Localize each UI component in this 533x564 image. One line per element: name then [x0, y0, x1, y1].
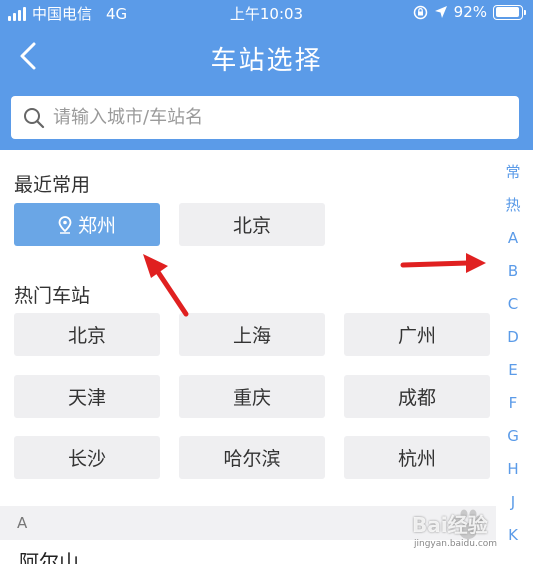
watermark-text: Bai经验	[412, 513, 488, 537]
page-title: 车站选择	[210, 46, 323, 76]
button-label: 天津	[67, 387, 106, 409]
button-label: 北京	[232, 215, 271, 237]
nav-bar: 车站选择	[0, 26, 533, 86]
index-letter[interactable]: 热	[493, 191, 533, 224]
button-label: 上海	[232, 325, 271, 347]
hot-station-button[interactable]: 杭州	[344, 436, 490, 479]
button-label: 杭州	[397, 448, 436, 470]
button-label: 哈尔滨	[223, 448, 281, 470]
index-letter[interactable]: E	[493, 356, 533, 389]
index-letter[interactable]: F	[493, 389, 533, 422]
location-arrow-icon	[434, 6, 447, 18]
button-label: 北京	[67, 325, 106, 347]
watermark: Bai经验 jingyan.baidu.com	[410, 505, 533, 551]
hot-section-title: 热门车站	[14, 285, 91, 307]
index-letter[interactable]: C	[493, 290, 533, 323]
index-letter[interactable]: D	[493, 323, 533, 356]
recent-station-beijing[interactable]: 北京	[179, 203, 325, 246]
hot-station-button[interactable]: 哈尔滨	[179, 436, 325, 479]
hot-station-button[interactable]: 长沙	[14, 436, 160, 479]
index-letter[interactable]: G	[493, 422, 533, 455]
hot-station-button[interactable]: 北京	[14, 313, 160, 356]
hot-station-button[interactable]: 重庆	[179, 375, 325, 418]
list-item[interactable]: 阿尔山	[19, 546, 79, 564]
index-letter[interactable]: B	[493, 257, 533, 290]
hot-station-button[interactable]: 广州	[344, 313, 490, 356]
button-label: 长沙	[67, 448, 106, 470]
hot-station-button[interactable]: 上海	[179, 313, 325, 356]
search-box[interactable]	[11, 96, 519, 139]
button-label: 广州	[397, 325, 436, 347]
watermark-url: jingyan.baidu.com	[414, 539, 498, 549]
orientation-lock-icon	[413, 5, 427, 19]
battery-icon	[493, 4, 526, 20]
button-label: 郑州	[77, 215, 116, 237]
recent-section-title: 最近常用	[14, 174, 91, 196]
alphabet-index-bar[interactable]: 常 热 A B C D E F G H J K	[493, 158, 533, 554]
annotation-arrow	[143, 254, 189, 317]
button-label: 重庆	[232, 387, 271, 409]
location-pin-icon	[58, 215, 72, 234]
hot-station-button[interactable]: 天津	[14, 375, 160, 418]
header-area: 中国电信 4G 上午10:03 92% 车站选择	[0, 0, 533, 150]
index-letter[interactable]: H	[493, 455, 533, 488]
search-input[interactable]	[53, 107, 473, 128]
hot-station-button[interactable]: 成都	[344, 375, 490, 418]
recent-station-zhengzhou[interactable]: 郑州	[14, 203, 160, 246]
battery-percent: 92%	[453, 3, 487, 21]
index-letter[interactable]: A	[493, 224, 533, 257]
status-bar: 中国电信 4G 上午10:03 92%	[0, 0, 533, 26]
search-icon	[24, 107, 45, 128]
annotation-arrow	[400, 253, 486, 273]
index-letter[interactable]: 常	[493, 158, 533, 191]
button-label: 成都	[397, 387, 436, 409]
